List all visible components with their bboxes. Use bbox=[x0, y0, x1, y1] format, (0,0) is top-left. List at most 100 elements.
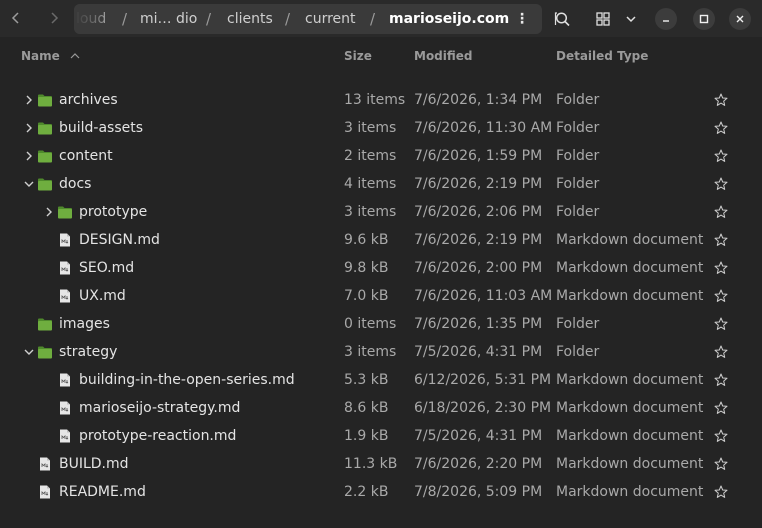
close-button[interactable] bbox=[729, 8, 751, 30]
star-icon[interactable] bbox=[714, 429, 728, 443]
file-row[interactable]: DESIGN.md 9.6 kB 7/6/2026, 2:19 PM Markdown… bbox=[0, 226, 762, 254]
folder-row[interactable]: prototype 3 items 7/6/2026, 2:06 PM Folder bbox=[0, 198, 762, 226]
expander-button[interactable] bbox=[22, 345, 36, 359]
star-icon[interactable] bbox=[714, 401, 728, 415]
file-row[interactable]: SEO.md 9.8 kB 7/6/2026, 2:00 PM Markdown do… bbox=[0, 254, 762, 282]
file-type: Folder bbox=[556, 176, 600, 192]
column-header-modified[interactable]: Modified bbox=[414, 48, 473, 64]
markdown-file-icon bbox=[60, 429, 70, 443]
file-modified: 7/6/2026, 1:34 PM bbox=[414, 92, 543, 108]
file-size: 9.8 kB bbox=[344, 260, 389, 276]
file-size: 1.9 kB bbox=[344, 428, 389, 444]
chevron-left-icon bbox=[11, 12, 19, 24]
file-type: Markdown document bbox=[556, 260, 704, 276]
star-icon[interactable] bbox=[714, 121, 728, 135]
folder-row[interactable]: build-assets 3 items 7/6/2026, 11:30 AM Fol… bbox=[0, 114, 762, 142]
folder-icon bbox=[58, 206, 72, 219]
markdown-file-icon bbox=[40, 485, 50, 499]
path-menu-button[interactable]: ⋮ bbox=[510, 4, 534, 34]
file-row[interactable]: BUILD.md 11.3 kB 7/6/2026, 2:20 PM Markdown… bbox=[0, 450, 762, 478]
column-header-size[interactable]: Size bbox=[344, 48, 372, 64]
file-name: images bbox=[59, 316, 110, 332]
file-modified: 7/8/2026, 5:09 PM bbox=[414, 484, 543, 500]
star-icon[interactable] bbox=[714, 317, 728, 331]
file-name: UX.md bbox=[79, 288, 126, 304]
file-row[interactable]: UX.md 7.0 kB 7/6/2026, 11:03 AM Markdown do… bbox=[0, 282, 762, 310]
file-type: Folder bbox=[556, 316, 600, 332]
expander-button[interactable] bbox=[22, 177, 36, 191]
file-name: build-assets bbox=[59, 120, 144, 136]
file-modified: 7/6/2026, 11:30 AM bbox=[414, 120, 553, 136]
expander-button[interactable] bbox=[22, 149, 36, 163]
breadcrumb-current[interactable]: marioseijo.com bbox=[389, 4, 509, 34]
file-size: 2 items bbox=[344, 148, 397, 164]
star-icon[interactable] bbox=[714, 345, 728, 359]
path-bar[interactable]: loud / mi… dio / clients / current / mar… bbox=[74, 4, 542, 34]
chevron-right-icon bbox=[26, 123, 32, 133]
file-type: Folder bbox=[556, 204, 600, 220]
chevron-down-icon bbox=[24, 349, 34, 355]
folder-row[interactable]: archives 13 items 7/6/2026, 1:34 PM Folder bbox=[0, 86, 762, 114]
view-mode-button[interactable] bbox=[590, 4, 616, 34]
star-icon[interactable] bbox=[714, 485, 728, 499]
star-icon[interactable] bbox=[714, 93, 728, 107]
star-icon[interactable] bbox=[714, 457, 728, 471]
file-name: content bbox=[59, 148, 113, 164]
star-icon[interactable] bbox=[714, 289, 728, 303]
column-header-name[interactable]: Name bbox=[21, 48, 80, 64]
star-icon[interactable] bbox=[714, 177, 728, 191]
star-icon[interactable] bbox=[714, 233, 728, 247]
folder-row[interactable]: strategy 3 items 7/5/2026, 4:31 PM Folder bbox=[0, 338, 762, 366]
file-type: Folder bbox=[556, 92, 600, 108]
file-size: 2.2 kB bbox=[344, 484, 389, 500]
star-icon[interactable] bbox=[714, 261, 728, 275]
file-name: marioseijo-strategy.md bbox=[79, 400, 241, 416]
folder-row[interactable]: content 2 items 7/6/2026, 1:59 PM Folder bbox=[0, 142, 762, 170]
breadcrumb-item[interactable]: current bbox=[305, 4, 356, 34]
vertical-ellipsis-icon: ⋮ bbox=[515, 11, 529, 27]
file-name: BUILD.md bbox=[59, 456, 129, 472]
chevron-right-icon bbox=[26, 151, 32, 161]
search-icon bbox=[554, 12, 570, 27]
file-modified: 7/6/2026, 2:20 PM bbox=[414, 456, 543, 472]
expander-button[interactable] bbox=[42, 205, 56, 219]
folder-row[interactable]: docs 4 items 7/6/2026, 2:19 PM Folder bbox=[0, 170, 762, 198]
file-size: 3 items bbox=[344, 120, 397, 136]
file-row[interactable]: prototype-reaction.md 1.9 kB 7/5/2026, 4:3… bbox=[0, 422, 762, 450]
file-row[interactable]: marioseijo-strategy.md 8.6 kB 6/18/2026, 2… bbox=[0, 394, 762, 422]
file-name: SEO.md bbox=[79, 260, 135, 276]
close-icon bbox=[736, 15, 744, 23]
markdown-file-icon bbox=[60, 261, 70, 275]
breadcrumb-separator: / bbox=[370, 10, 376, 28]
back-button[interactable] bbox=[2, 4, 30, 32]
markdown-file-icon bbox=[60, 233, 70, 247]
file-row[interactable]: README.md 2.2 kB 7/8/2026, 5:09 PM Markdown… bbox=[0, 478, 762, 506]
expander-button[interactable] bbox=[22, 121, 36, 135]
chevron-down-icon bbox=[24, 181, 34, 187]
file-type: Markdown document bbox=[556, 428, 704, 444]
file-name: prototype-reaction.md bbox=[79, 428, 237, 444]
column-header-type[interactable]: Detailed Type bbox=[556, 48, 648, 64]
file-modified: 7/6/2026, 2:00 PM bbox=[414, 260, 543, 276]
forward-button[interactable] bbox=[40, 4, 68, 32]
minimize-button[interactable] bbox=[655, 8, 677, 30]
file-type: Markdown document bbox=[556, 456, 704, 472]
breadcrumb-item[interactable]: mi… dio bbox=[140, 4, 197, 34]
file-size: 7.0 kB bbox=[344, 288, 389, 304]
file-name: prototype bbox=[79, 204, 148, 220]
file-row[interactable]: building-in-the-open-series.md 5.3 kB 6/12… bbox=[0, 366, 762, 394]
star-icon[interactable] bbox=[714, 373, 728, 387]
expander-button[interactable] bbox=[22, 93, 36, 107]
star-icon[interactable] bbox=[714, 205, 728, 219]
star-icon[interactable] bbox=[714, 149, 728, 163]
breadcrumb-separator: / bbox=[206, 10, 212, 28]
search-button[interactable] bbox=[548, 4, 578, 34]
file-size: 9.6 kB bbox=[344, 232, 389, 248]
file-name: README.md bbox=[59, 484, 146, 500]
maximize-button[interactable] bbox=[693, 8, 715, 30]
breadcrumb-separator: / bbox=[122, 10, 128, 28]
breadcrumb-item[interactable]: clients bbox=[227, 4, 273, 34]
file-modified: 7/6/2026, 11:03 AM bbox=[414, 288, 553, 304]
folder-row[interactable]: images 0 items 7/6/2026, 1:35 PM Folder bbox=[0, 310, 762, 338]
view-options-button[interactable] bbox=[618, 4, 644, 34]
